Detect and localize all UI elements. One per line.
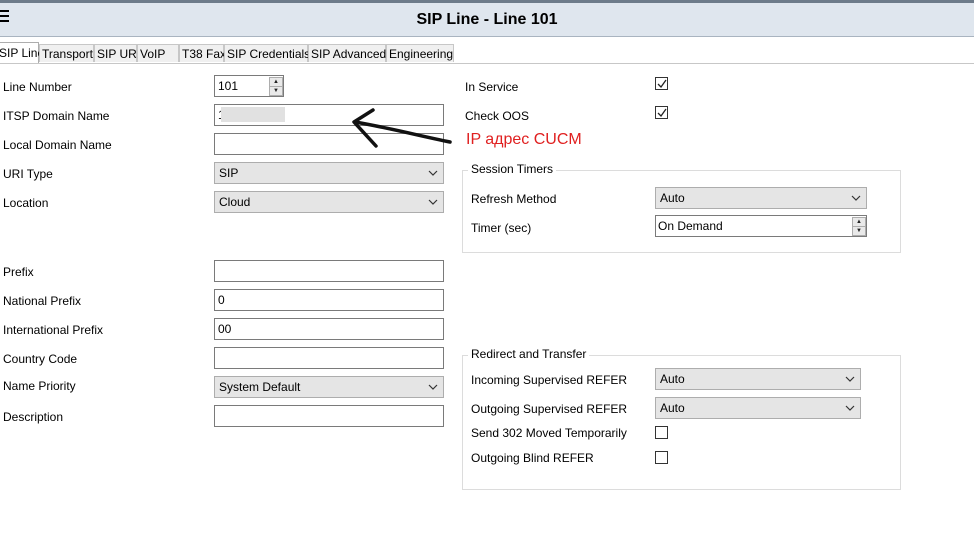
spinner-buttons[interactable]: ▲ ▼ bbox=[269, 77, 283, 96]
tab-sip-advanced[interactable]: SIP Advanced bbox=[308, 44, 386, 62]
chevron-down-icon bbox=[428, 199, 438, 205]
country-code-input[interactable] bbox=[214, 347, 444, 369]
description-label: Description bbox=[3, 410, 64, 424]
tab-t38-fax[interactable]: T38 Fax bbox=[179, 44, 226, 62]
check-oos-label: Check OOS bbox=[465, 109, 530, 123]
checkmark-icon bbox=[657, 79, 667, 89]
in-service-checkbox[interactable] bbox=[655, 77, 668, 90]
tab-strip: SIP Line Transport SIP URI VoIP T38 Fax … bbox=[0, 42, 974, 64]
location-label: Location bbox=[3, 196, 49, 210]
annotation-text: IP адрес CUCM bbox=[466, 131, 582, 148]
refresh-method-select[interactable]: Auto bbox=[655, 187, 867, 209]
timer-label: Timer (sec) bbox=[471, 221, 532, 235]
blind-refer-checkbox[interactable] bbox=[655, 451, 668, 464]
incoming-refer-value: Auto bbox=[660, 372, 685, 386]
session-timers-title: Session Timers bbox=[468, 162, 557, 176]
spin-down-icon[interactable]: ▼ bbox=[852, 226, 866, 236]
redacted-text bbox=[221, 107, 285, 122]
country-code-label: Country Code bbox=[3, 352, 78, 366]
tab-sip-uri[interactable]: SIP URI bbox=[94, 44, 140, 62]
prefix-input[interactable] bbox=[214, 260, 444, 282]
blind-refer-label: Outgoing Blind REFER bbox=[471, 451, 594, 465]
window-title: SIP Line - Line 101 bbox=[416, 11, 558, 28]
divider bbox=[0, 36, 974, 37]
name-priority-value: System Default bbox=[219, 380, 301, 394]
tab-sip-credentials[interactable]: SIP Credentials bbox=[224, 44, 310, 62]
tab-sip-line[interactable]: SIP Line bbox=[0, 42, 44, 64]
outgoing-refer-label: Outgoing Supervised REFER bbox=[471, 402, 628, 416]
tab-transport[interactable]: Transport bbox=[39, 44, 94, 62]
international-prefix-label: International Prefix bbox=[3, 323, 104, 337]
line-number-label: Line Number bbox=[3, 80, 72, 94]
uri-type-select[interactable]: SIP bbox=[214, 162, 444, 184]
line-number-value: 101 bbox=[218, 79, 239, 93]
incoming-refer-label: Incoming Supervised REFER bbox=[471, 373, 628, 387]
itsp-domain-label: ITSP Domain Name bbox=[3, 109, 110, 123]
national-prefix-label: National Prefix bbox=[3, 294, 82, 308]
refresh-method-label: Refresh Method bbox=[471, 192, 557, 206]
in-service-label: In Service bbox=[465, 80, 519, 94]
international-prefix-input[interactable]: 00 bbox=[214, 318, 444, 340]
chevron-down-icon bbox=[428, 170, 438, 176]
uri-type-label: URI Type bbox=[3, 167, 53, 181]
line-number-spinner[interactable]: 101 ▲ ▼ bbox=[214, 75, 284, 97]
national-prefix-input[interactable]: 0 bbox=[214, 289, 444, 311]
redirect-transfer-title: Redirect and Transfer bbox=[468, 347, 590, 361]
spin-down-icon[interactable]: ▼ bbox=[269, 86, 283, 96]
divider bbox=[0, 63, 974, 64]
send-302-checkbox[interactable] bbox=[655, 426, 668, 439]
checkmark-icon bbox=[657, 108, 667, 118]
incoming-refer-select[interactable]: Auto bbox=[655, 368, 861, 390]
chevron-down-icon bbox=[845, 376, 855, 382]
timer-spinner[interactable]: On Demand ▲ ▼ bbox=[655, 215, 867, 237]
tab-engineering[interactable]: Engineering bbox=[386, 44, 454, 62]
timer-value: On Demand bbox=[658, 219, 723, 233]
send-302-label: Send 302 Moved Temporarily bbox=[471, 426, 627, 440]
annotation-arrow-icon bbox=[352, 108, 452, 148]
chevron-down-icon bbox=[851, 195, 861, 201]
chevron-down-icon bbox=[845, 405, 855, 411]
local-domain-label: Local Domain Name bbox=[3, 138, 112, 152]
refresh-method-value: Auto bbox=[660, 191, 685, 205]
chevron-down-icon bbox=[428, 384, 438, 390]
tab-voip[interactable]: VoIP bbox=[137, 44, 179, 62]
outgoing-refer-select[interactable]: Auto bbox=[655, 397, 861, 419]
check-oos-checkbox[interactable] bbox=[655, 106, 668, 119]
location-select[interactable]: Cloud bbox=[214, 191, 444, 213]
description-input[interactable] bbox=[214, 405, 444, 427]
name-priority-select[interactable]: System Default bbox=[214, 376, 444, 398]
outgoing-refer-value: Auto bbox=[660, 401, 685, 415]
uri-type-value: SIP bbox=[219, 166, 239, 180]
name-priority-label: Name Priority bbox=[3, 379, 76, 393]
session-timers-group bbox=[462, 170, 901, 253]
prefix-label: Prefix bbox=[3, 265, 34, 279]
spinner-buttons[interactable]: ▲ ▼ bbox=[852, 217, 866, 236]
location-value: Cloud bbox=[219, 195, 251, 209]
